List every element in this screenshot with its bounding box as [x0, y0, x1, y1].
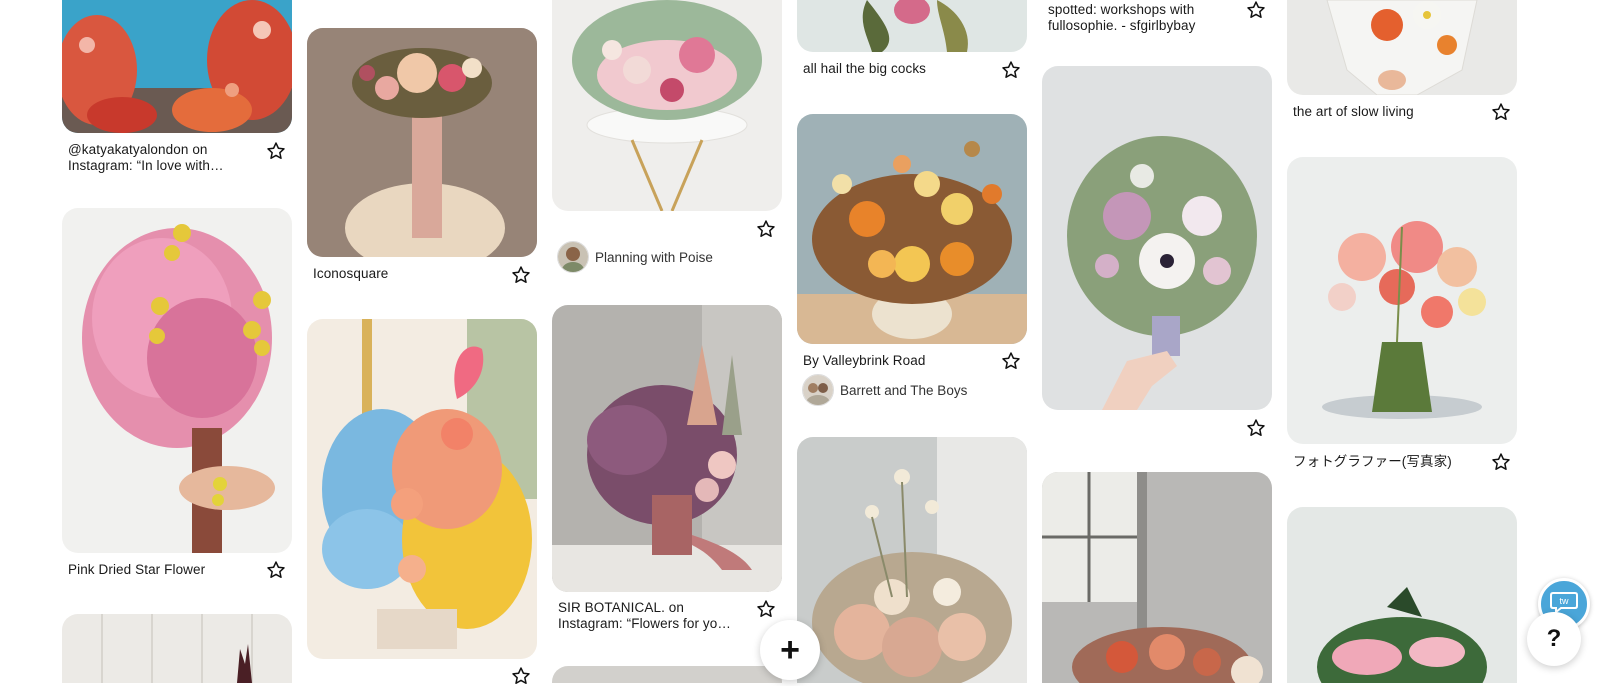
pin-image-pink-star[interactable] — [62, 208, 292, 553]
pin-image-window-arrangement[interactable] — [1042, 472, 1272, 683]
pin-image-slow-living[interactable] — [1287, 0, 1517, 95]
pin-image-valleybrink[interactable] — [797, 114, 1027, 344]
pin-image-anemone-bouquet[interactable] — [1042, 66, 1272, 410]
pin-title-iconosquare[interactable]: Iconosquare — [313, 266, 503, 282]
favorite-star-icon[interactable] — [266, 560, 286, 580]
pin-image-poppies[interactable] — [1287, 157, 1517, 444]
pin-image-col3-bottom[interactable] — [552, 666, 782, 683]
pin-title-photographer[interactable]: フォトグラファー(写真家) — [1293, 454, 1483, 470]
pin-attribution-barrett[interactable]: Barrett and The Boys — [802, 374, 967, 406]
avatar — [557, 241, 589, 273]
favorite-star-icon[interactable] — [511, 265, 531, 285]
favorite-star-icon[interactable] — [511, 666, 531, 686]
pin-image-tropical[interactable] — [1287, 507, 1517, 683]
favorite-star-icon[interactable] — [756, 219, 776, 239]
pin-title-big-cocks[interactable]: all hail the big cocks — [803, 61, 993, 77]
pin-image-coral-blue[interactable] — [307, 319, 537, 659]
pin-image-katya[interactable] — [62, 0, 292, 133]
help-button[interactable]: ? — [1527, 612, 1581, 666]
svg-text:tw: tw — [1560, 596, 1570, 606]
pin-attribution-poise[interactable]: Planning with Poise — [557, 241, 713, 273]
pin-title-slow-living[interactable]: the art of slow living — [1293, 104, 1483, 120]
pin-title-pink-star[interactable]: Pink Dried Star Flower — [68, 562, 258, 578]
favorite-star-icon[interactable] — [1001, 60, 1021, 80]
pin-title-katya[interactable]: @katyakatyalondon on Instagram: “In love… — [68, 142, 258, 174]
favorite-star-icon[interactable] — [1246, 418, 1266, 438]
attribution-name: Planning with Poise — [595, 249, 713, 265]
favorite-star-icon[interactable] — [1491, 102, 1511, 122]
add-button[interactable]: + — [760, 620, 820, 680]
pin-image-roses[interactable] — [797, 437, 1027, 683]
pin-image-poise[interactable] — [552, 0, 782, 211]
pin-image-big-cocks[interactable] — [797, 0, 1027, 52]
pin-image-sir-botanical[interactable] — [552, 305, 782, 592]
favorite-star-icon[interactable] — [1001, 351, 1021, 371]
pin-image-col1-bottom[interactable] — [62, 614, 292, 683]
avatar — [802, 374, 834, 406]
favorite-star-icon[interactable] — [1491, 452, 1511, 472]
favorite-star-icon[interactable] — [756, 599, 776, 619]
pin-title-workshops[interactable]: spotted: workshops with fullosophie. - s… — [1048, 2, 1238, 34]
favorite-star-icon[interactable] — [1246, 0, 1266, 20]
favorite-star-icon[interactable] — [266, 141, 286, 161]
pin-title-valleybrink[interactable]: By Valleybrink Road — [803, 353, 993, 369]
pin-image-iconosquare[interactable] — [307, 28, 537, 257]
attribution-name: Barrett and The Boys — [840, 382, 968, 398]
pin-title-sir-botanical[interactable]: SIR BOTANICAL. on Instagram: “Flowers fo… — [558, 600, 748, 632]
